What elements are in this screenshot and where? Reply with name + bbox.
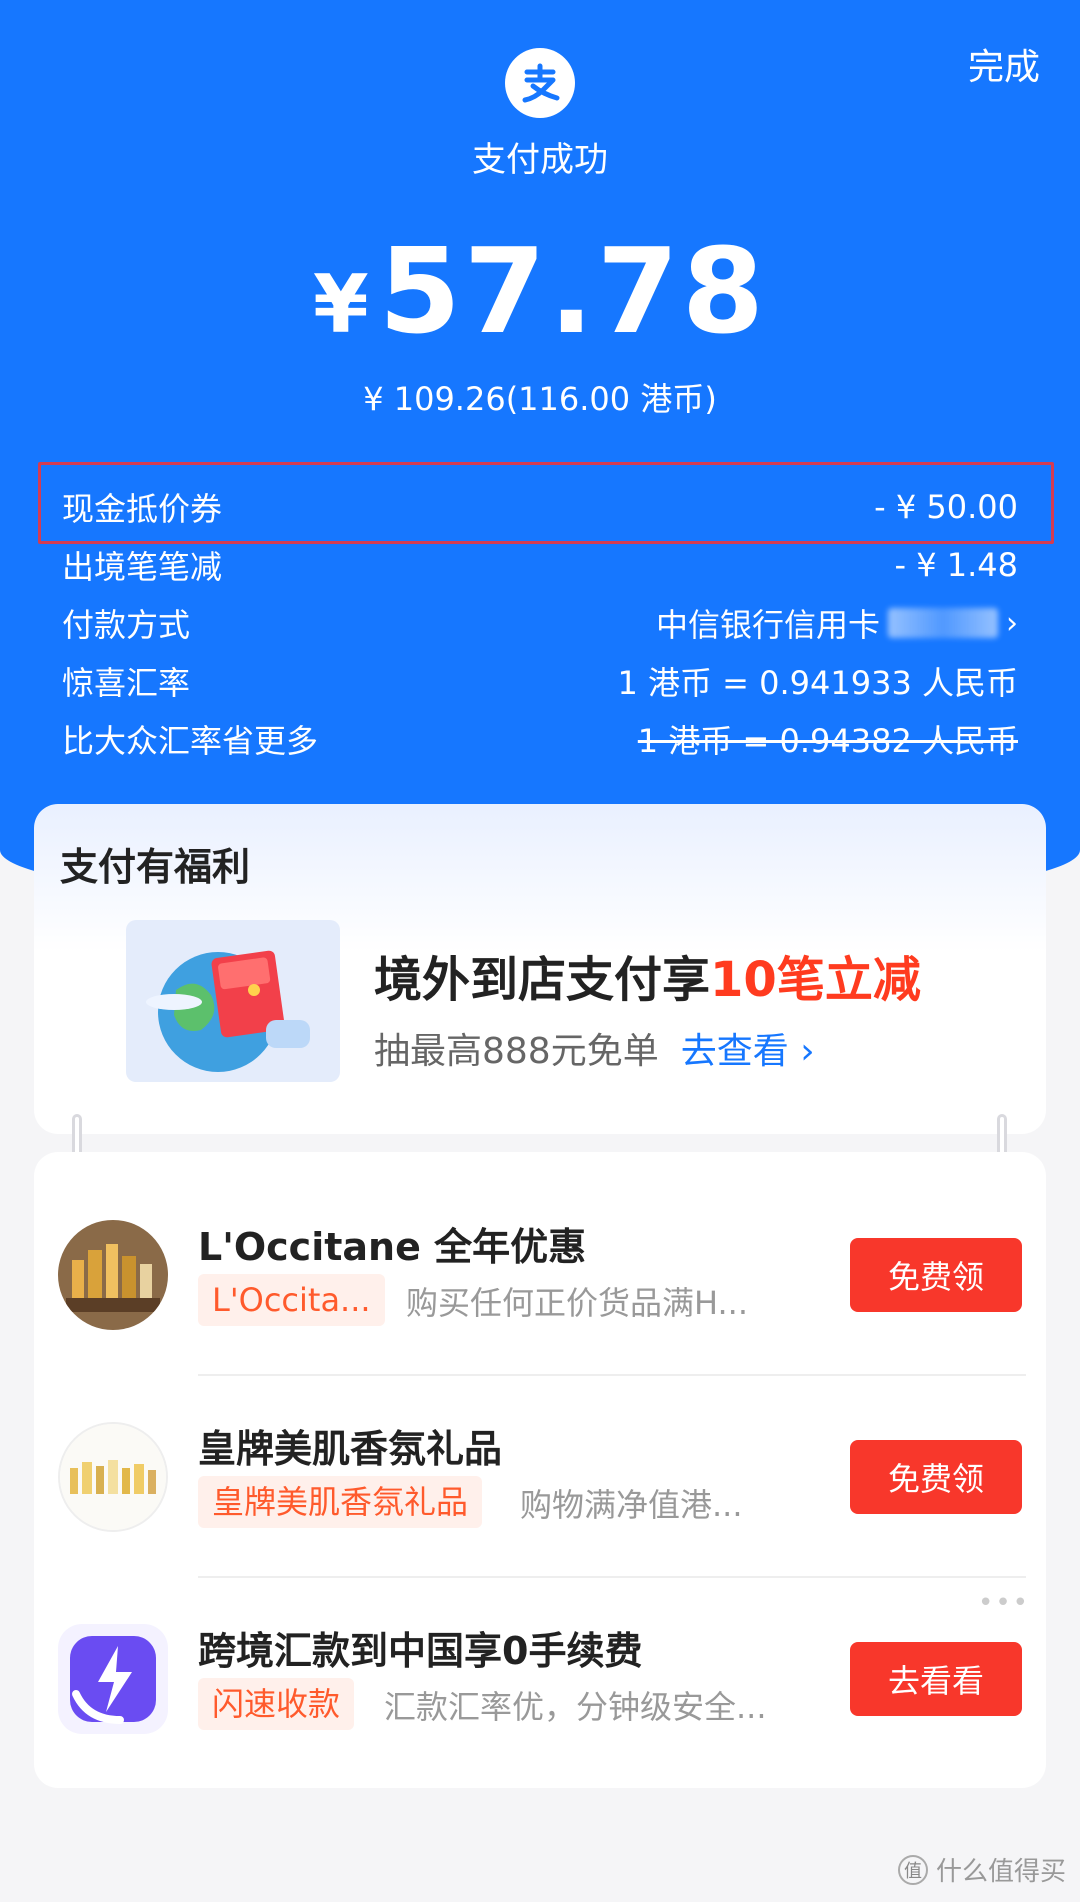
offer-title: 皇牌美肌香氛礼品 — [198, 1427, 503, 1471]
promo-subtitle-text: 抽最高888元免单 — [374, 1031, 659, 1072]
detail-label: 现金抵价券 — [62, 490, 223, 528]
watermark-logo-icon: 值 — [897, 1854, 928, 1885]
loccitane-product-avatar — [58, 1220, 168, 1330]
done-button[interactable]: 完成 — [968, 38, 1040, 90]
detail-label: 付款方式 — [62, 606, 191, 644]
view-button[interactable]: 去看看 — [850, 1642, 1022, 1716]
chevron-right-icon: › — [800, 1031, 815, 1072]
offer-title: 跨境汇款到中国享0手续费 — [198, 1629, 643, 1673]
payment-amount: ¥ 57.78 — [0, 222, 1080, 360]
offer-title: L'Occitane 全年优惠 — [198, 1225, 587, 1269]
offer-tag: 闪速收款 — [198, 1678, 355, 1730]
promo-title: 境外到店支付享10笔立减 — [374, 940, 921, 1010]
offers-card: L'Occitane 全年优惠 L'Occita... 购买任何正价货品满H..… — [34, 1152, 1046, 1788]
detail-value[interactable]: 中信银行信用卡 › — [656, 600, 1018, 646]
benefits-heading: 支付有福利 — [60, 845, 251, 889]
claim-button[interactable]: 免费领 — [850, 1440, 1022, 1514]
offer-description: 汇款汇率优，分钟级安全... — [384, 1688, 767, 1726]
offer-item[interactable]: 跨境汇款到中国享0手续费 闪速收款 汇款汇率优，分钟级安全... 去看看 — [34, 1556, 1046, 1756]
chevron-right-icon: › — [1006, 605, 1018, 641]
amount-value: 57.78 — [378, 222, 767, 360]
detail-row-coupon: 现金抵价券 - ¥ 50.00 — [62, 478, 1018, 536]
payment-method-name: 中信银行信用卡 — [655, 606, 880, 644]
detail-row-standard-rate: 比大众汇率省更多 1 港币 = 0.94382 人民币 — [62, 710, 1018, 768]
payment-details: 现金抵价券 - ¥ 50.00 出境笔笔减 - ¥ 1.48 付款方式 中信银行… — [62, 478, 1018, 768]
detail-value: - ¥ 1.48 — [894, 546, 1019, 584]
detail-value: - ¥ 50.00 — [874, 488, 1018, 526]
offer-tag: L'Occita... — [198, 1274, 385, 1326]
offer-description: 购买任何正价货品满H... — [406, 1284, 749, 1322]
masked-card-number — [888, 608, 998, 638]
benefits-card[interactable]: 支付有福利 境外到店支付享10笔立减 抽最高888元免单 去查看 › — [34, 804, 1046, 1134]
detail-label: 惊喜汇率 — [62, 664, 191, 702]
globe-envelope-image — [126, 920, 340, 1082]
detail-value: 1 港币 = 0.941933 人民币 — [617, 664, 1018, 702]
promo-subtitle: 抽最高888元免单 去查看 › — [374, 1022, 815, 1074]
watermark: 值 什么值得买 — [897, 1851, 1066, 1888]
promo-title-text: 境外到店支付享 — [374, 952, 711, 1008]
detail-row-discount: 出境笔笔减 - ¥ 1.48 — [62, 536, 1018, 594]
detail-row-exchange-rate: 惊喜汇率 1 港币 = 0.941933 人民币 — [62, 652, 1018, 710]
offer-item[interactable]: 皇牌美肌香氛礼品 皇牌美肌香氛礼品 购物满净值港... 免费领 — [34, 1354, 1046, 1554]
detail-value-strikethrough: 1 港币 = 0.94382 人民币 — [637, 722, 1018, 760]
offer-tag: 皇牌美肌香氛礼品 — [198, 1476, 483, 1528]
watermark-text: 什么值得买 — [935, 1857, 1066, 1887]
claim-button[interactable]: 免费领 — [850, 1238, 1022, 1312]
view-link[interactable]: 去查看 › — [681, 1031, 815, 1072]
detail-row-payment-method[interactable]: 付款方式 中信银行信用卡 › — [62, 594, 1018, 652]
gift-product-avatar — [58, 1422, 168, 1532]
payment-status: 支付成功 — [472, 140, 608, 180]
offer-item[interactable]: L'Occitane 全年优惠 L'Occita... 购买任何正价货品满H..… — [34, 1152, 1046, 1352]
flash-receipt-app-icon — [58, 1624, 168, 1734]
promo-title-highlight: 10笔立减 — [710, 952, 921, 1008]
offer-description: 购物满净值港... — [520, 1486, 743, 1524]
view-link-label: 去查看 — [680, 1031, 789, 1072]
currency-symbol: ¥ — [313, 258, 369, 351]
original-amount: ¥ 109.26(116.00 港币) — [363, 380, 717, 418]
alipay-logo-icon — [505, 48, 575, 118]
detail-label: 出境笔笔减 — [62, 548, 223, 586]
detail-label: 比大众汇率省更多 — [62, 722, 319, 760]
